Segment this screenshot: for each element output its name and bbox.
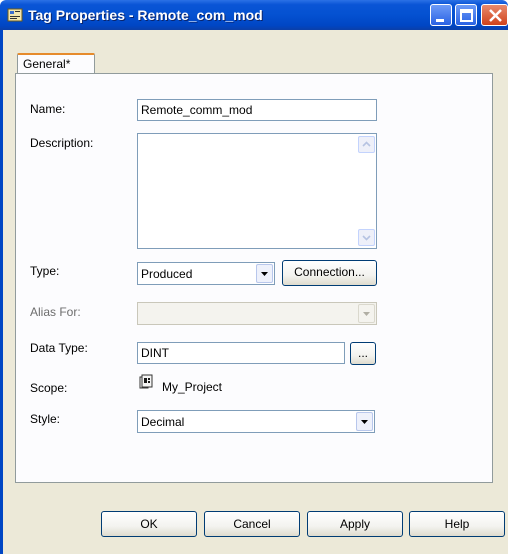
ok-button-label: OK — [140, 517, 158, 531]
maximize-button[interactable] — [455, 4, 477, 26]
alias-for-select[interactable] — [137, 302, 377, 325]
type-select[interactable]: Produced — [137, 262, 275, 285]
connection-button[interactable]: Connection... — [282, 260, 377, 286]
arrow-down-icon — [362, 235, 371, 241]
apply-button-label: Apply — [339, 517, 371, 531]
window-title: Tag Properties - Remote_com_mod — [28, 7, 263, 23]
style-dropdown-button[interactable] — [356, 412, 373, 431]
data-type-browse-button[interactable]: ... — [350, 342, 376, 365]
maximize-icon — [460, 9, 473, 22]
scroll-down-button[interactable] — [358, 229, 375, 246]
cancel-button[interactable]: Cancel — [204, 511, 300, 537]
minimize-icon — [436, 19, 444, 22]
dialog-body: General* Name: Remote_comm_mod Descripti… — [0, 30, 508, 554]
name-value: Remote_comm_mod — [141, 103, 253, 117]
description-field[interactable] — [137, 133, 377, 249]
data-type-field[interactable]: DINT — [137, 342, 345, 364]
tag-properties-dialog: Tag Properties - Remote_com_mod General*… — [0, 0, 508, 554]
scope-value: My_Project — [162, 380, 223, 394]
style-label: Style: — [30, 412, 61, 426]
type-label: Type: — [30, 264, 60, 278]
browse-button-label: ... — [357, 346, 368, 360]
scope-label: Scope: — [30, 381, 68, 395]
chevron-down-icon — [361, 420, 368, 424]
title-bar[interactable]: Tag Properties - Remote_com_mod — [0, 0, 508, 30]
project-icon — [139, 374, 153, 389]
name-label: Name: — [30, 102, 66, 116]
apply-button[interactable]: Apply — [307, 511, 403, 537]
button-bar: OK Cancel Apply Help — [3, 511, 508, 539]
tab-general-label: General* — [23, 57, 71, 71]
chevron-down-icon — [363, 312, 370, 316]
style-select[interactable]: Decimal — [137, 410, 375, 433]
connection-button-label: Connection... — [294, 265, 365, 279]
minimize-button[interactable] — [430, 4, 452, 26]
ok-button[interactable]: OK — [101, 511, 197, 537]
data-type-value: DINT — [141, 346, 169, 360]
close-button[interactable] — [481, 4, 508, 26]
alias-for-dropdown-button[interactable] — [358, 304, 375, 323]
type-dropdown-button[interactable] — [256, 264, 273, 283]
alias-for-label: Alias For: — [30, 305, 81, 319]
data-type-label: Data Type: — [30, 341, 88, 355]
style-value: Decimal — [141, 415, 185, 429]
cancel-button-label: Cancel — [233, 517, 271, 531]
general-panel: Name: Remote_comm_mod Description: Type:… — [15, 73, 493, 483]
description-label: Description: — [30, 136, 94, 150]
scroll-up-button[interactable] — [358, 136, 375, 153]
help-button[interactable]: Help — [409, 511, 505, 537]
chevron-down-icon — [261, 272, 268, 276]
tab-general[interactable]: General* — [17, 53, 95, 73]
arrow-up-icon — [362, 141, 371, 147]
name-field[interactable]: Remote_comm_mod — [137, 99, 377, 121]
type-value: Produced — [141, 267, 193, 281]
help-button-label: Help — [444, 517, 470, 531]
tag-properties-icon — [7, 8, 23, 22]
close-icon — [489, 9, 502, 22]
